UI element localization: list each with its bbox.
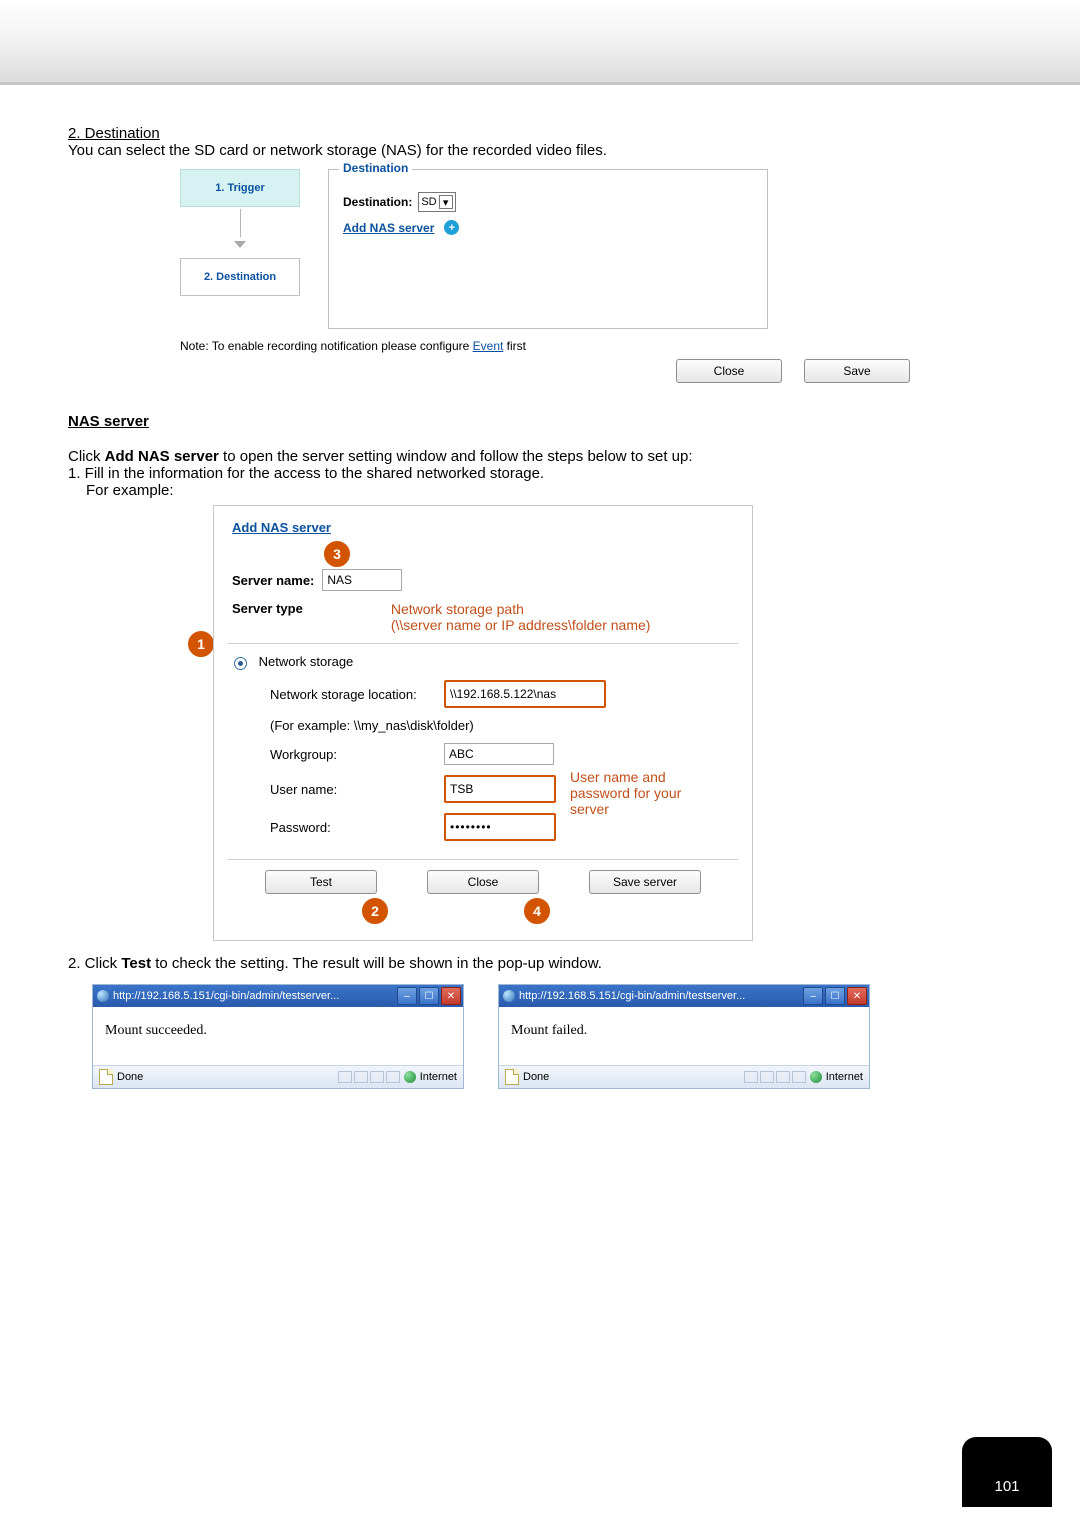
test-button[interactable]: Test xyxy=(265,870,377,894)
storage-location-label: Network storage location: xyxy=(270,687,430,702)
test-instruction: 2. Click Test to check the setting. The … xyxy=(68,955,1012,972)
workgroup-label: Workgroup: xyxy=(270,747,430,762)
nas-server-heading: NAS server xyxy=(68,413,1012,430)
callout-badge-2: 2 xyxy=(362,898,388,924)
anno-cred-2: password for your xyxy=(570,785,681,801)
popup-message: Mount succeeded. xyxy=(93,1007,463,1065)
step-connector-line xyxy=(240,209,241,237)
maximize-icon[interactable]: ☐ xyxy=(419,987,439,1005)
dialog-title-link[interactable]: Add NAS server xyxy=(232,520,331,535)
save-button[interactable]: Save xyxy=(804,359,910,383)
step-destination-box[interactable]: 2. Destination xyxy=(180,258,300,296)
popup-fail: http://192.168.5.151/cgi-bin/admin/tests… xyxy=(498,984,870,1089)
workgroup-input[interactable]: ABC xyxy=(444,743,554,765)
callout-badge-1: 1 xyxy=(188,631,214,657)
chevron-down-icon xyxy=(234,241,246,248)
popup-message: Mount failed. xyxy=(499,1007,869,1065)
page-number: 101 xyxy=(962,1437,1052,1507)
popup-url: http://192.168.5.151/cgi-bin/admin/tests… xyxy=(113,990,339,1002)
popup-statusbar: Done Internet xyxy=(499,1065,869,1088)
username-input[interactable]: TSB xyxy=(444,775,556,803)
maximize-icon[interactable]: ☐ xyxy=(825,987,845,1005)
step-trigger-box[interactable]: 1. Trigger xyxy=(180,169,300,207)
dropdown-caret-icon: ▾ xyxy=(439,195,453,209)
callout-badge-3: 3 xyxy=(324,541,350,567)
nas-intro-1: Click Add NAS server to open the server … xyxy=(68,448,1012,465)
anno-path-2: (\\server name or IP address\folder name… xyxy=(391,617,651,633)
callout-badge-4: 4 xyxy=(524,898,550,924)
page-icon xyxy=(505,1069,519,1085)
server-type-label: Server type xyxy=(232,601,303,616)
minimize-icon[interactable]: – xyxy=(803,987,823,1005)
page-header-band xyxy=(0,0,1080,85)
ie-icon xyxy=(97,990,109,1002)
fieldset-legend: Destination xyxy=(339,161,412,175)
popup-titlebar[interactable]: http://192.168.5.151/cgi-bin/admin/tests… xyxy=(93,985,463,1007)
dialog-close-button[interactable]: Close xyxy=(427,870,539,894)
popup-success: http://192.168.5.151/cgi-bin/admin/tests… xyxy=(92,984,464,1089)
server-name-label: Server name: xyxy=(232,573,314,588)
destination-label: Destination: xyxy=(343,195,412,209)
section-desc: You can select the SD card or network st… xyxy=(68,142,1012,159)
destination-fieldset: Destination Destination: SD ▾ Add NAS se… xyxy=(328,169,768,329)
popup-titlebar[interactable]: http://192.168.5.151/cgi-bin/admin/tests… xyxy=(499,985,869,1007)
username-label: User name: xyxy=(270,782,430,797)
anno-cred-1: User name and xyxy=(570,769,681,785)
anno-path-1: Network storage path xyxy=(391,601,651,617)
destination-select[interactable]: SD ▾ xyxy=(418,192,455,212)
recording-note: Note: To enable recording notification p… xyxy=(180,339,916,353)
network-storage-radio-label: Network storage xyxy=(259,654,354,669)
minimize-icon[interactable]: – xyxy=(397,987,417,1005)
popup-statusbar: Done Internet xyxy=(93,1065,463,1088)
fig-nas-dialog: Add NAS server 3 Server name: NAS Server… xyxy=(213,505,753,941)
nas-intro-2: 1. Fill in the information for the acces… xyxy=(68,465,1012,482)
popup-url: http://192.168.5.151/cgi-bin/admin/tests… xyxy=(519,990,745,1002)
fig-destination-panel: 1. Trigger 2. Destination Destination De… xyxy=(176,169,916,383)
close-icon[interactable]: ✕ xyxy=(847,987,867,1005)
destination-select-value: SD xyxy=(421,196,436,208)
page-icon xyxy=(99,1069,113,1085)
anno-cred-3: server xyxy=(570,801,681,817)
server-name-input[interactable]: NAS xyxy=(322,569,402,591)
nas-intro-3: For example: xyxy=(86,482,1012,499)
save-server-button[interactable]: Save server xyxy=(589,870,701,894)
close-button[interactable]: Close xyxy=(676,359,782,383)
add-icon[interactable]: + xyxy=(444,220,459,235)
add-nas-link[interactable]: Add NAS server xyxy=(343,221,434,235)
storage-location-example: (For example: \\my_nas\disk\folder) xyxy=(270,718,474,733)
close-icon[interactable]: ✕ xyxy=(441,987,461,1005)
password-label: Password: xyxy=(270,820,430,835)
password-input[interactable]: •••••••• xyxy=(444,813,556,841)
section-heading: 2. Destination xyxy=(68,125,1012,142)
storage-location-input[interactable]: \\192.168.5.122\nas xyxy=(444,680,606,708)
ie-icon xyxy=(503,990,515,1002)
internet-zone-icon xyxy=(404,1071,416,1083)
network-storage-radio[interactable] xyxy=(234,657,247,670)
internet-zone-icon xyxy=(810,1071,822,1083)
event-link[interactable]: Event xyxy=(473,339,504,353)
